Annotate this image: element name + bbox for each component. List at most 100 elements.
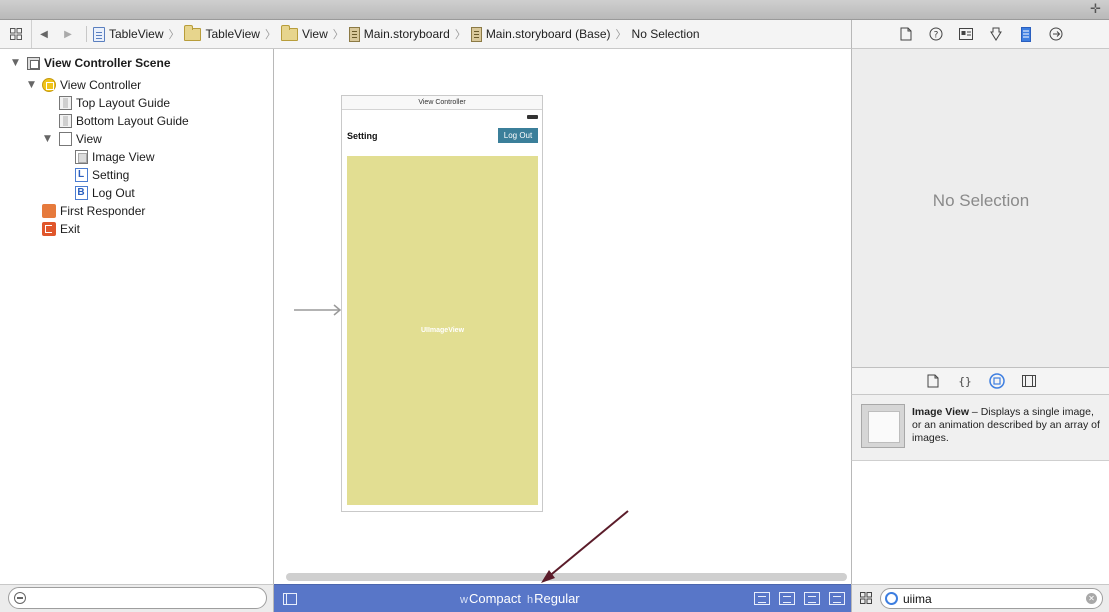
breadcrumb-label: View — [301, 27, 328, 41]
view-icon — [58, 132, 72, 146]
breadcrumb-group[interactable]: TableView — [184, 24, 260, 41]
align-icon[interactable] — [754, 592, 770, 605]
outline-filter-input[interactable] — [8, 587, 267, 609]
breadcrumb-label: No Selection — [631, 27, 700, 41]
chevron-right-icon: 〉 — [264, 28, 276, 41]
grid-view-icon[interactable] — [860, 592, 872, 604]
chevron-right-icon: 〉 — [454, 28, 466, 41]
first-responder-icon — [42, 204, 56, 218]
height-class-value: Regular — [534, 591, 580, 606]
filter-icon — [14, 592, 26, 604]
button-icon: B — [74, 186, 88, 200]
folder-icon — [280, 24, 298, 41]
outline-item-label: Image View — [92, 150, 155, 164]
outline-item-view-controller[interactable]: ▼ View Controller — [28, 76, 141, 94]
chevron-right-icon: 〉 — [332, 28, 344, 41]
resolve-issues-icon[interactable] — [804, 592, 820, 605]
width-class-value: Compact — [468, 591, 521, 606]
forward-arrow-icon[interactable]: ▶ — [56, 20, 80, 48]
size-inspector-icon[interactable] — [1016, 24, 1036, 44]
toggle-outline-icon[interactable] — [283, 593, 297, 605]
breadcrumb-view-group[interactable]: View — [280, 24, 328, 41]
setting-label[interactable]: Setting — [347, 131, 378, 141]
outline-item-top-layout-guide[interactable]: Top Layout Guide — [58, 94, 170, 112]
label-icon: L — [74, 168, 88, 182]
disclosure-open-icon[interactable]: ▼ — [12, 58, 22, 68]
horizontal-scrollbar[interactable] — [286, 573, 847, 581]
pin-icon[interactable] — [779, 592, 795, 605]
storyboard-canvas[interactable]: View Controller Setting Log Out UIImageV… — [274, 49, 851, 584]
plus-icon[interactable]: ✛ — [1090, 2, 1101, 17]
outline-item-label: Exit — [60, 222, 81, 236]
outline-item-label: Log Out — [92, 186, 135, 200]
back-arrow-icon[interactable]: ◀ — [32, 20, 56, 48]
quick-help-icon[interactable]: ? — [926, 24, 946, 44]
layout-guide-icon — [58, 114, 72, 128]
view-controller-frame[interactable]: View Controller Setting Log Out UIImageV… — [341, 95, 543, 512]
window-top-strip: ✛ — [0, 0, 1109, 20]
code-snippet-library-icon[interactable]: {} — [955, 371, 975, 391]
inspector-selector-bar: ? — [851, 20, 1109, 49]
outline-item-bottom-layout-guide[interactable]: Bottom Layout Guide — [58, 112, 189, 130]
chevron-right-icon: 〉 — [168, 28, 180, 41]
object-library-icon[interactable] — [987, 371, 1007, 391]
media-library-icon[interactable] — [1019, 371, 1039, 391]
image-view-icon — [74, 150, 88, 164]
outline-item-view[interactable]: ▼ View — [44, 130, 102, 148]
inspector-panel: No Selection — [851, 49, 1109, 367]
breadcrumb-project[interactable]: TableView — [93, 26, 164, 42]
breadcrumb-label: TableView — [109, 27, 164, 41]
jump-bar: ◀ ▶ TableView 〉 TableView 〉 View 〉 Main.… — [0, 20, 851, 49]
outline-filter-bar — [0, 584, 274, 612]
battery-icon — [527, 115, 538, 119]
size-class-bar: wCompact hRegular — [274, 584, 851, 612]
identity-inspector-icon[interactable] — [956, 24, 976, 44]
view-controller-title[interactable]: View Controller — [342, 96, 542, 110]
outline-item-label: Setting — [92, 168, 130, 182]
breadcrumb-label: TableView — [205, 27, 260, 41]
file-inspector-icon[interactable] — [896, 24, 916, 44]
outline-item-first-responder[interactable]: First Responder — [42, 202, 145, 220]
disclosure-open-icon[interactable]: ▼ — [44, 134, 54, 144]
outline-item-label: Bottom Layout Guide — [76, 114, 189, 128]
size-class-control[interactable]: wCompact hRegular — [460, 591, 580, 606]
object-filter-icon — [885, 592, 898, 605]
breadcrumb-storyboard-base[interactable]: Main.storyboard (Base) — [470, 26, 611, 42]
chevron-right-icon: 〉 — [615, 28, 627, 41]
outline-item-logout-button[interactable]: B Log Out — [74, 184, 135, 202]
related-items-icon[interactable] — [0, 20, 32, 48]
outline-item-label: Top Layout Guide — [76, 96, 171, 110]
project-file-icon — [93, 26, 105, 42]
breadcrumb-storyboard[interactable]: Main.storyboard — [348, 26, 450, 42]
library-item-image-view[interactable]: Image View – Displays a single image, or… — [851, 395, 1109, 461]
disclosure-open-icon[interactable]: ▼ — [28, 80, 38, 90]
image-view[interactable]: UIImageView — [347, 156, 538, 505]
width-prefix: w — [460, 594, 468, 606]
library-selector-bar: {} — [851, 367, 1109, 395]
connections-inspector-icon[interactable] — [1046, 24, 1066, 44]
library-search-input[interactable]: uiima ✕ — [880, 588, 1103, 609]
library-filter-bar: uiima ✕ — [851, 584, 1109, 612]
clear-search-icon[interactable]: ✕ — [1086, 593, 1097, 604]
folder-icon — [184, 24, 202, 41]
outline-item-exit[interactable]: Exit — [42, 220, 80, 238]
breadcrumb-label: Main.storyboard (Base) — [485, 27, 611, 41]
svg-text:{}: {} — [958, 375, 971, 388]
autolayout-tools — [754, 592, 845, 605]
file-template-library-icon[interactable] — [923, 371, 943, 391]
image-view-label: UIImageView — [420, 327, 465, 334]
resizing-icon[interactable] — [829, 592, 845, 605]
library-item-text: Image View – Displays a single image, or… — [912, 406, 1102, 445]
outline-item-setting-label[interactable]: L Setting — [74, 166, 129, 184]
logout-button[interactable]: Log Out — [498, 128, 538, 143]
outline-item-label: First Responder — [60, 204, 146, 218]
entry-point-arrow-icon[interactable] — [294, 303, 342, 317]
view-controller-icon — [42, 78, 56, 92]
library-search-value: uiima — [903, 592, 932, 606]
breadcrumb-selection[interactable]: No Selection — [632, 27, 700, 41]
outline-item-image-view[interactable]: Image View — [74, 148, 154, 166]
library-item-title: Image View — [912, 406, 970, 418]
library-list — [851, 461, 1109, 584]
attributes-inspector-icon[interactable] — [986, 24, 1006, 44]
outline-scene-row[interactable]: ▼ View Controller Scene — [12, 54, 171, 72]
